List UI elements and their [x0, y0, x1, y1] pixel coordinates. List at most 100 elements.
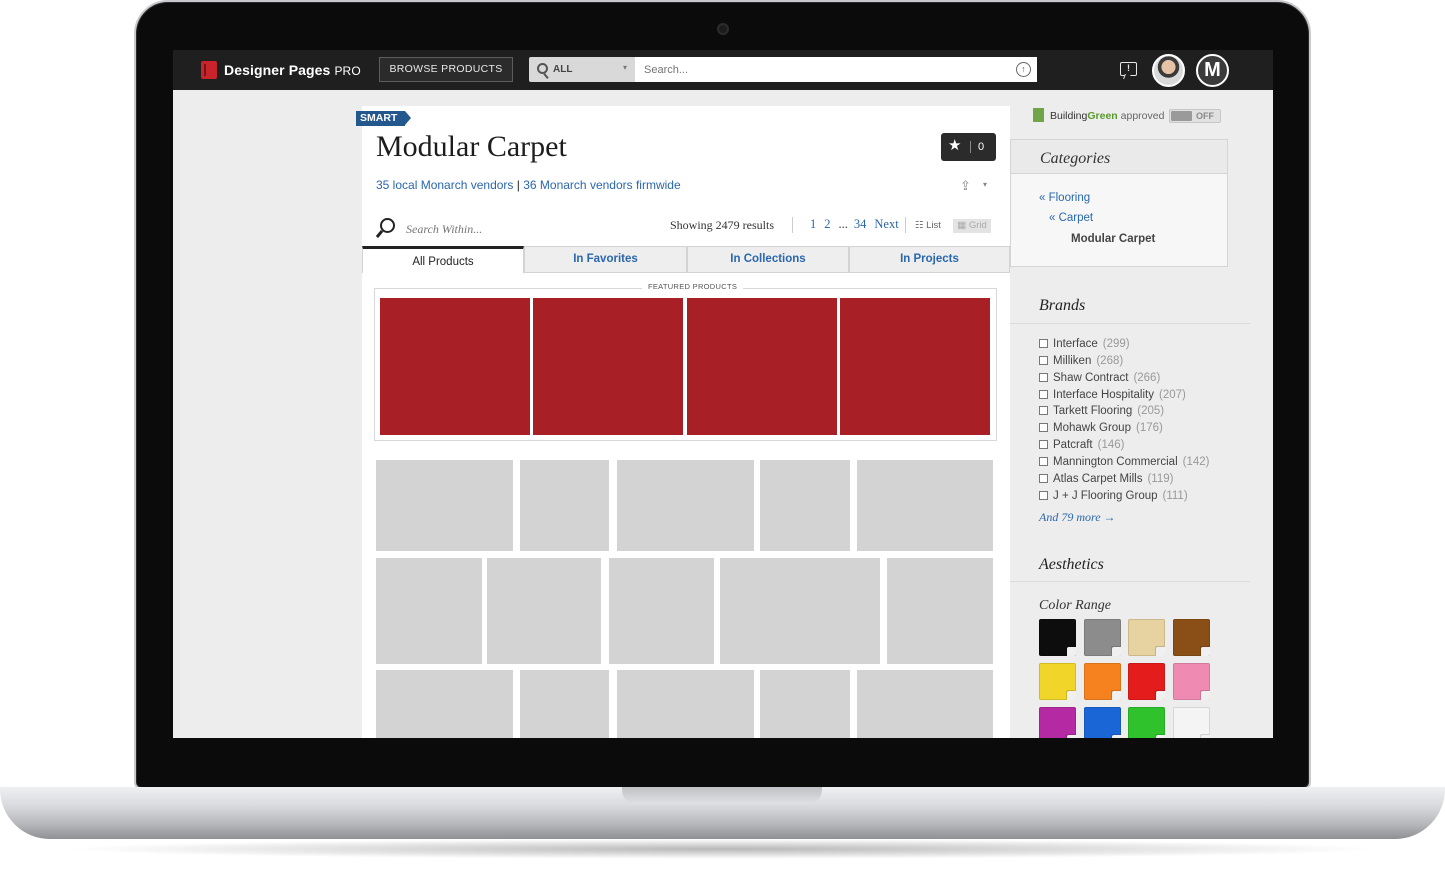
- color-swatch[interactable]: [1172, 619, 1210, 656]
- brand-filter-item[interactable]: Mohawk Group (176): [1039, 422, 1163, 434]
- color-swatch[interactable]: [1128, 619, 1165, 656]
- category-link-flooring[interactable]: « Flooring: [1039, 192, 1090, 204]
- featured-product-tile[interactable]: [840, 298, 990, 435]
- page-link-1[interactable]: 1: [810, 217, 816, 231]
- brand-count: (176): [1135, 422, 1163, 434]
- featured-product-tile[interactable]: [687, 298, 837, 435]
- tab-all-products[interactable]: All Products: [362, 246, 524, 273]
- laptop-base-notch: [622, 787, 822, 804]
- next-page-link[interactable]: Next: [874, 217, 898, 231]
- product-tile[interactable]: [617, 460, 754, 551]
- product-tile[interactable]: [520, 460, 609, 551]
- chevron-down-icon: ▾: [622, 63, 627, 72]
- product-tile[interactable]: [760, 460, 850, 551]
- brand-name: Atlas Carpet Mills: [1053, 473, 1143, 485]
- share-icon[interactable]: ⇪: [960, 178, 978, 193]
- list-icon: ☷: [915, 220, 927, 231]
- product-tile[interactable]: [609, 558, 714, 664]
- brand-filter-item[interactable]: Tarkett Flooring (205): [1039, 405, 1164, 417]
- brand-count: (111): [1162, 490, 1188, 502]
- search-within-icon: [380, 218, 395, 233]
- search-scope-dropdown[interactable]: ALL ▾: [529, 57, 635, 82]
- color-swatch[interactable]: [1039, 663, 1076, 700]
- organization-avatar[interactable]: M: [1196, 54, 1229, 87]
- product-tile[interactable]: [520, 670, 609, 738]
- webcam: [717, 23, 729, 35]
- site-logo-text[interactable]: Designer Pages PRO: [224, 62, 361, 78]
- screen: Designer Pages PRO BROWSE PRODUCTS ALL ▾ …: [173, 50, 1273, 738]
- color-swatch[interactable]: [1039, 707, 1076, 738]
- vendor-links: 35 local Monarch vendors | 36 Monarch ve…: [376, 178, 681, 192]
- grid-view-label: Grid: [968, 220, 987, 231]
- divider: [905, 217, 906, 233]
- buildinggreen-suffix: approved: [1120, 110, 1165, 122]
- featured-product-tile[interactable]: [533, 298, 683, 435]
- page-link-last[interactable]: 34: [854, 217, 867, 231]
- brand-checkbox[interactable]: [1039, 373, 1048, 382]
- color-swatch[interactable]: [1083, 663, 1121, 700]
- product-tile[interactable]: [376, 460, 513, 551]
- brands-more-link[interactable]: And 79 more →: [1039, 510, 1116, 525]
- search-within-input[interactable]: [406, 220, 586, 238]
- brand-name: Milliken: [1053, 355, 1092, 367]
- brand-checkbox[interactable]: [1039, 390, 1048, 399]
- tab-in-collections[interactable]: In Collections: [687, 246, 849, 273]
- product-tile[interactable]: [720, 558, 880, 664]
- toggle-knob: [1171, 111, 1192, 121]
- product-tile[interactable]: [487, 558, 601, 664]
- product-tile[interactable]: [617, 670, 754, 738]
- color-swatch[interactable]: [1039, 619, 1076, 656]
- product-tile[interactable]: [887, 558, 993, 664]
- color-swatch[interactable]: [1172, 707, 1210, 738]
- brand-count: (146): [1097, 439, 1125, 451]
- tab-in-projects[interactable]: In Projects: [849, 246, 1010, 273]
- search-submit-icon[interactable]: ↑: [1016, 62, 1031, 77]
- list-view-toggle[interactable]: ☷ List: [915, 220, 941, 231]
- designer-pages-logo-icon[interactable]: [201, 61, 217, 79]
- product-tile[interactable]: [857, 460, 993, 551]
- product-tile[interactable]: [376, 558, 482, 664]
- tab-in-favorites[interactable]: In Favorites: [524, 246, 687, 273]
- favorite-button[interactable]: ★ 0: [941, 133, 996, 161]
- browse-products-button[interactable]: BROWSE PRODUCTS: [379, 57, 513, 82]
- user-avatar[interactable]: [1152, 54, 1185, 87]
- page-link-2[interactable]: 2: [824, 217, 830, 231]
- brand-checkbox[interactable]: [1039, 423, 1048, 432]
- buildinggreen-toggle[interactable]: OFF: [1169, 109, 1221, 123]
- brand-name: Shaw Contract: [1053, 372, 1129, 384]
- color-swatch[interactable]: [1128, 707, 1165, 738]
- brand-checkbox[interactable]: [1039, 474, 1048, 483]
- brand-checkbox[interactable]: [1039, 440, 1048, 449]
- brand-filter-item[interactable]: Interface (299): [1039, 338, 1130, 350]
- product-tile[interactable]: [376, 670, 513, 738]
- grid-view-toggle[interactable]: ▦ Grid: [953, 219, 991, 233]
- firmwide-vendors-link[interactable]: 36 Monarch vendors firmwide: [523, 178, 680, 192]
- chevron-down-icon[interactable]: ▾: [983, 180, 987, 189]
- brand-checkbox[interactable]: [1039, 491, 1048, 500]
- brand-filter-item[interactable]: Atlas Carpet Mills (119): [1039, 473, 1173, 485]
- color-swatch[interactable]: [1083, 707, 1121, 738]
- product-tile[interactable]: [857, 670, 993, 738]
- search-input[interactable]: [635, 57, 1037, 82]
- brand-name: Interface: [1053, 338, 1098, 350]
- brand-checkbox[interactable]: [1039, 339, 1048, 348]
- brand-checkbox[interactable]: [1039, 356, 1048, 365]
- color-swatch[interactable]: [1128, 663, 1165, 700]
- brand-filter-item[interactable]: Interface Hospitality (207): [1039, 389, 1186, 401]
- brand-checkbox[interactable]: [1039, 406, 1048, 415]
- smart-badge: SMART: [356, 111, 412, 126]
- local-vendors-link[interactable]: 35 local Monarch vendors: [376, 178, 513, 192]
- color-swatch[interactable]: [1083, 619, 1121, 656]
- category-link-carpet[interactable]: « Carpet: [1049, 212, 1093, 224]
- buildinggreen-name: Building: [1050, 110, 1088, 122]
- brand-filter-item[interactable]: J + J Flooring Group (111): [1039, 490, 1188, 502]
- feedback-icon[interactable]: !: [1120, 62, 1137, 76]
- color-swatch[interactable]: [1172, 663, 1210, 700]
- brand-filter-item[interactable]: Milliken (268): [1039, 355, 1123, 367]
- brand-filter-item[interactable]: Shaw Contract (266): [1039, 372, 1160, 384]
- brand-filter-item[interactable]: Patcraft (146): [1039, 439, 1125, 451]
- product-tile[interactable]: [760, 670, 850, 738]
- brand-filter-item[interactable]: Mannington Commercial (142): [1039, 456, 1210, 468]
- brand-checkbox[interactable]: [1039, 457, 1048, 466]
- featured-product-tile[interactable]: [380, 298, 530, 435]
